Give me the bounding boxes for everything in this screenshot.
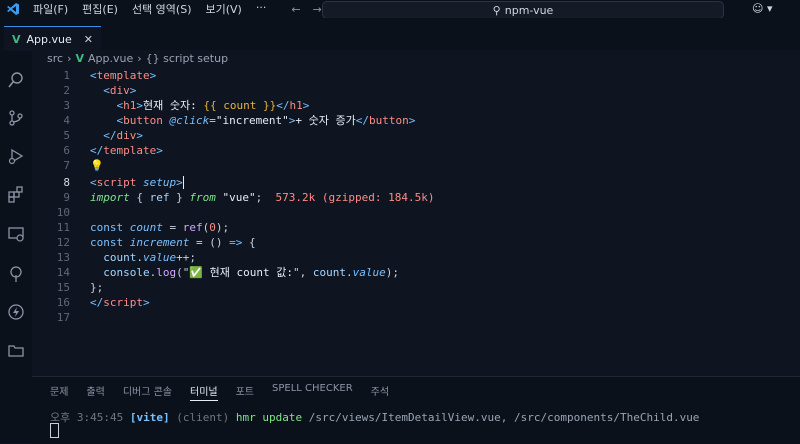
button-handler: "increment" xyxy=(215,114,289,127)
line-number: 14 xyxy=(56,266,70,279)
code-line: <script setup> xyxy=(90,176,184,189)
h1-text: 현재 숫자: xyxy=(143,99,204,112)
terminal-time: 오후 3:45:45 xyxy=(50,411,124,424)
vue-file-icon: V xyxy=(75,52,84,65)
import-module: "vue" xyxy=(222,191,256,204)
line-number: 11 xyxy=(56,221,70,234)
import-cost-hint: 573.2k (gzipped: 184.5k) xyxy=(275,191,435,204)
menu-view[interactable]: 보기(V) xyxy=(198,1,248,17)
line-number: 2 xyxy=(63,84,70,97)
terminal-msg: hmr update xyxy=(235,411,303,424)
forward-arrow-icon[interactable]: → xyxy=(313,3,322,16)
back-arrow-icon[interactable]: ← xyxy=(291,3,300,16)
tab-debug-console[interactable]: 디버그 콘솔 xyxy=(123,383,172,401)
chevron-right-icon: › xyxy=(67,52,72,65)
chevron-right-icon: › xyxy=(137,52,142,65)
command-center-search[interactable]: ⚲ npm-vue xyxy=(322,1,724,19)
menu-file[interactable]: 파일(F) xyxy=(26,1,75,17)
line-number: 15 xyxy=(56,281,70,294)
button-text: + 숫자 증가 xyxy=(295,114,356,127)
panel-tabs: 문제 출력 디버그 콘솔 터미널 포트 SPELL CHECKER 주석 xyxy=(50,383,389,401)
terminal-output[interactable]: 오후 3:45:45 [vite] (client) hmr update /s… xyxy=(50,409,699,425)
code-line: </div> xyxy=(103,129,143,142)
search-icon: ⚲ xyxy=(492,3,501,17)
h1-interpolation: {{ count }} xyxy=(203,99,277,112)
run-debug-icon[interactable] xyxy=(6,146,26,166)
lightbulb-icon[interactable]: 💡 xyxy=(90,158,104,173)
code-line: import { ref } from "vue"; 573.2k (gzipp… xyxy=(90,191,435,204)
lightning-icon[interactable] xyxy=(6,302,26,322)
button-directive: @click xyxy=(169,114,210,127)
tree-icon[interactable] xyxy=(6,264,26,284)
search-text: npm-vue xyxy=(504,3,554,17)
tab-comments[interactable]: 주석 xyxy=(371,383,389,401)
breadcrumb-root[interactable]: src xyxy=(47,52,63,65)
terminal-cursor xyxy=(50,423,59,438)
line-number: 12 xyxy=(56,236,70,249)
close-icon[interactable]: ✕ xyxy=(84,33,93,46)
code-line: const count = ref(0); xyxy=(90,221,230,234)
code-line: </script> xyxy=(90,296,150,309)
search-sidebar-icon[interactable] xyxy=(6,70,26,90)
import-from: from xyxy=(189,191,216,204)
terminal-vite: [vite] xyxy=(129,411,170,424)
line-number: 6 xyxy=(63,144,70,157)
extensions-icon[interactable] xyxy=(6,184,26,204)
line-number: 1 xyxy=(63,69,70,82)
nav-arrows: ← → xyxy=(291,3,321,16)
copilot-icon[interactable]: ☺ ▾ xyxy=(752,2,773,15)
tab-app-vue[interactable]: V App.vue ✕ xyxy=(4,26,101,51)
editor-tab-bar xyxy=(32,18,800,50)
menu-selection[interactable]: 선택 영역(S) xyxy=(125,1,199,17)
source-control-icon[interactable] xyxy=(6,108,26,128)
code-line: }; xyxy=(90,281,104,294)
code-line: <template> xyxy=(90,69,157,82)
line-number: 13 xyxy=(56,251,70,264)
menu-bar: 파일(F) 편집(E) 선택 영역(S) 보기(V) ··· xyxy=(26,1,273,17)
line-number: 8 xyxy=(63,176,70,189)
breadcrumb: src › V App.vue › {} script setup xyxy=(47,52,228,65)
code-line: <div> xyxy=(103,84,137,97)
code-line: const increment = () => { xyxy=(90,236,256,249)
vue-file-icon: V xyxy=(12,32,21,46)
folder-icon[interactable] xyxy=(6,340,26,360)
tab-terminal[interactable]: 터미널 xyxy=(190,383,218,401)
code-line: </template> xyxy=(90,144,163,157)
tab-ports[interactable]: 포트 xyxy=(236,383,254,401)
line-number: 17 xyxy=(56,311,70,324)
line-number: 7 xyxy=(63,159,70,172)
tab-spell-checker[interactable]: SPELL CHECKER xyxy=(272,383,353,401)
breadcrumb-file[interactable]: App.vue xyxy=(88,52,133,65)
line-number: 4 xyxy=(63,114,70,127)
menu-more[interactable]: ··· xyxy=(249,1,274,17)
tab-output[interactable]: 출력 xyxy=(86,383,104,401)
line-number: 16 xyxy=(56,296,70,309)
terminal-client: (client) xyxy=(176,411,230,424)
code-line: <button @click="increment">+ 숫자 증가</butt… xyxy=(116,114,416,127)
code-line: count.value++; xyxy=(103,251,196,264)
activity-bar xyxy=(0,18,32,443)
menu-edit[interactable]: 편집(E) xyxy=(75,1,125,17)
tab-label: App.vue xyxy=(26,32,72,46)
code-line: console.log("✅ 현재 count 값:", count.value… xyxy=(103,266,400,279)
code-line: <h1>현재 숫자: {{ count }}</h1> xyxy=(116,99,310,112)
line-number: 10 xyxy=(56,206,70,219)
bottom-panel: 문제 출력 디버그 콘솔 터미널 포트 SPELL CHECKER 주석 오후 … xyxy=(32,376,800,444)
remote-explorer-icon[interactable] xyxy=(6,224,26,244)
line-number: 5 xyxy=(63,129,70,142)
line-number: 9 xyxy=(63,191,70,204)
log-message: ✅ 현재 count 값: xyxy=(189,266,294,279)
line-number: 3 xyxy=(63,99,70,112)
vscode-logo-icon xyxy=(0,2,26,16)
terminal-paths: /src/views/ItemDetailView.vue, /src/comp… xyxy=(308,411,700,424)
breadcrumb-symbol[interactable]: {} script setup xyxy=(146,52,228,65)
tab-problems[interactable]: 문제 xyxy=(50,383,68,401)
code-editor[interactable]: 1 <template> 2 <div> 3 <h1>현재 숫자: {{ coun… xyxy=(32,66,800,376)
